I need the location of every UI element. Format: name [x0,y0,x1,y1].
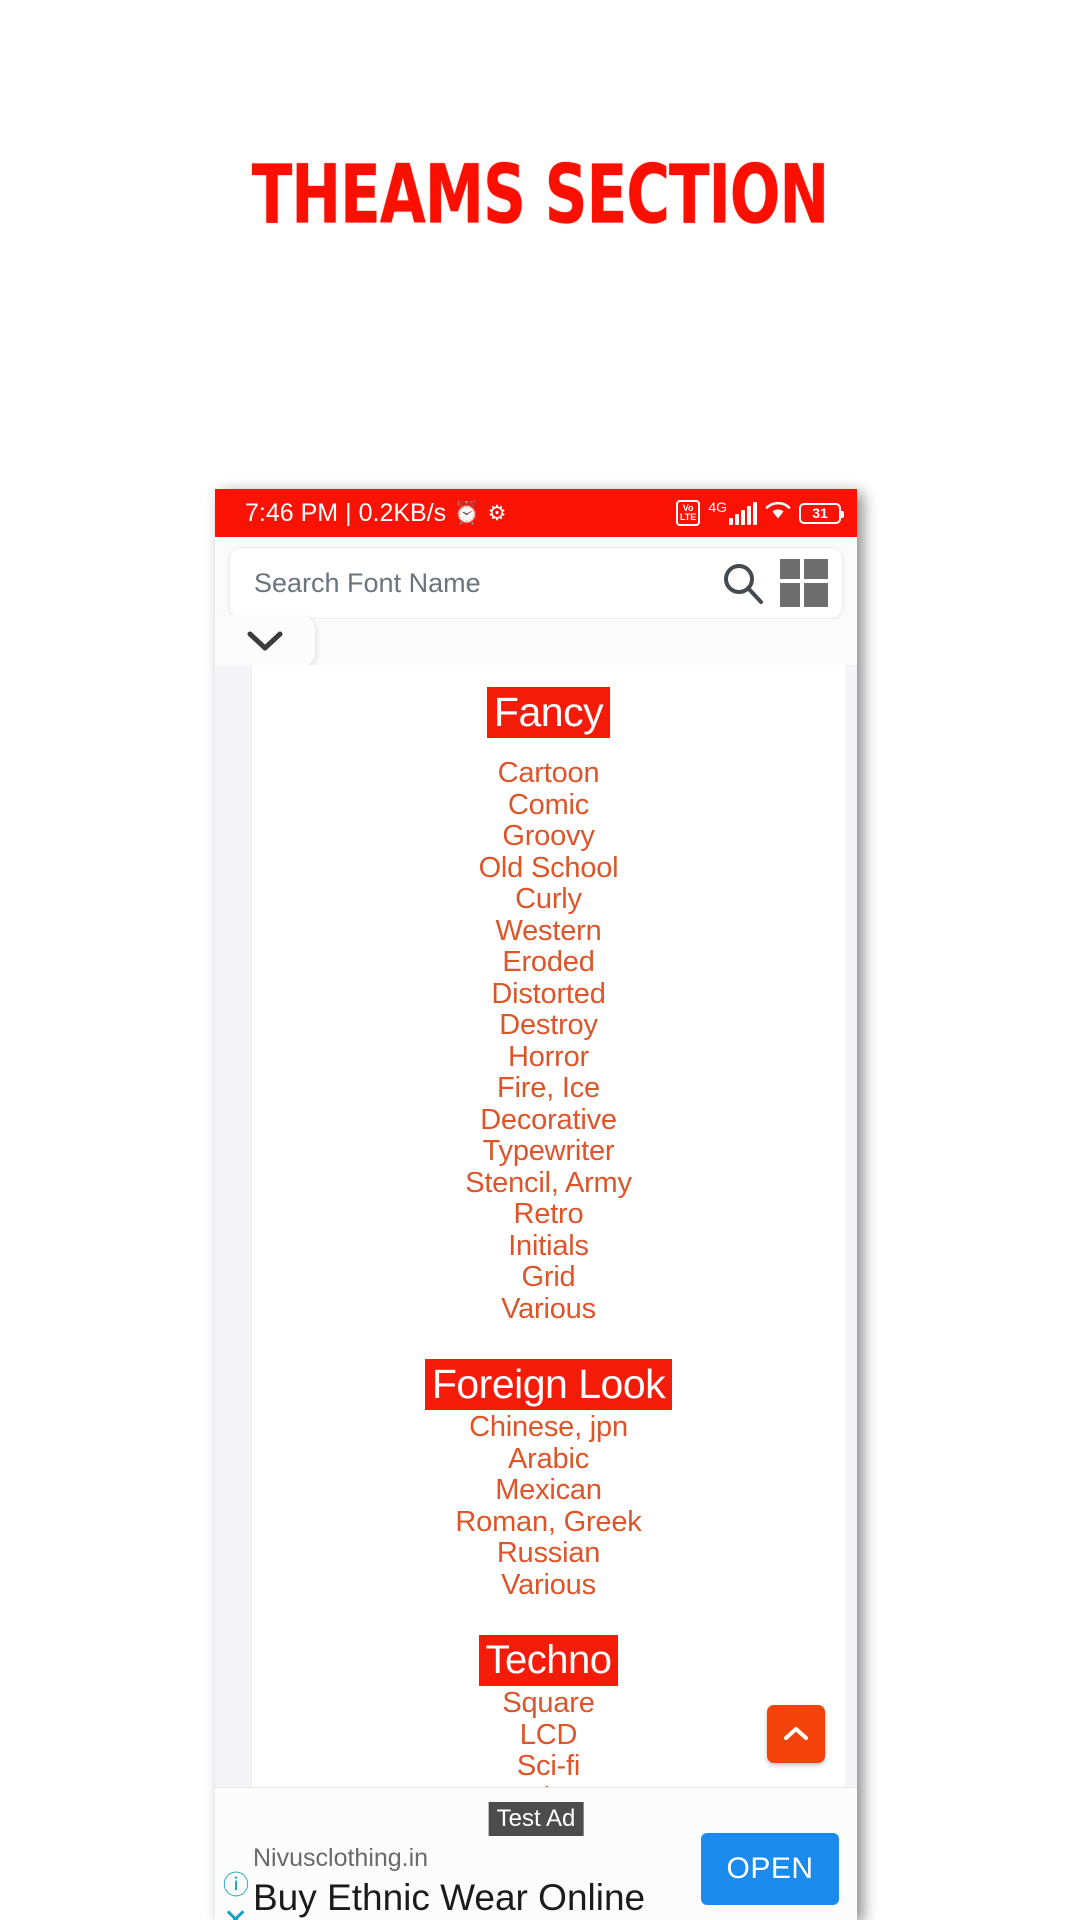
list-item[interactable]: Retro [252,1198,845,1231]
list-item[interactable]: Russian [252,1537,845,1570]
ad-text-block: Nivusclothing.in Buy Ethnic Wear Online [253,1817,701,1920]
scroll-to-top-button[interactable] [767,1705,825,1763]
section-header: Techno [478,1635,619,1686]
search-bar[interactable] [229,547,843,619]
status-data-rate: 0.2KB/s [358,498,447,527]
list-item[interactable]: Fire, Ice [252,1072,845,1105]
list-item[interactable]: Groovy [252,820,845,853]
section-fancy: Fancy Cartoon Comic Groovy Old School Cu… [252,687,845,1325]
list-item[interactable]: Roman, Greek [252,1506,845,1539]
grid-cell [804,583,828,607]
list-item[interactable]: Horror [252,1041,845,1074]
network-signal-icon: 4G [708,499,757,525]
battery-icon: 31 [799,502,844,524]
category-list[interactable]: Fancy Cartoon Comic Groovy Old School Cu… [252,665,845,1787]
search-zone [215,537,857,619]
status-bar-left: 7:46 PM | 0.2KB/s ⏰ ⚙ [245,499,506,528]
list-item[interactable]: Cartoon [252,757,845,790]
status-time: 7:46 PM [245,498,339,527]
list-item[interactable]: Decorative [252,1104,845,1137]
tab-row [215,615,857,667]
page-title: THEAMS SECTION [251,148,829,243]
content-area: Fancy Cartoon Comic Groovy Old School Cu… [215,665,857,1787]
section-items: Square LCD Sci-fi Various [252,1687,845,1787]
list-item[interactable]: Western [252,915,845,948]
signal-bars-icon [729,502,757,525]
search-input[interactable] [252,566,720,600]
list-item[interactable]: Stencil, Army [252,1167,845,1200]
list-item[interactable]: Grid [252,1261,845,1294]
ad-headline: Buy Ethnic Wear Online [253,1877,646,1918]
alarm-clock-icon: ⏰ [453,500,481,525]
ad-advertiser: Nivusclothing.in [253,1844,429,1872]
test-ad-badge: Test Ad [488,1802,584,1836]
list-item[interactable]: Eroded [252,946,845,979]
phone-screenshot-frame: 7:46 PM | 0.2KB/s ⏰ ⚙ Vo LTE 4G 31 Searc… [215,489,857,1920]
list-item[interactable]: Destroy [252,1009,845,1042]
network-type-label: 4G [708,499,727,515]
wifi-icon [765,500,791,524]
section-items: Cartoon Comic Groovy Old School Curly We… [252,757,845,1326]
section-techno: Techno Square LCD Sci-fi Various [252,1635,845,1787]
collapse-panel-tab[interactable] [215,615,315,667]
list-item[interactable]: Old School [252,852,845,885]
list-item[interactable]: Distorted [252,978,845,1011]
list-item[interactable]: Comic [252,789,845,822]
gear-icon: ⚙ [487,501,507,525]
ad-banner[interactable]: Test Ad Nivusclothing.in Buy Ethnic Wear… [215,1787,857,1920]
grid-cell [780,559,800,579]
list-item[interactable]: Various [252,1569,845,1602]
status-separator: | [345,498,352,527]
left-rail [215,665,252,1787]
chevron-up-icon [784,1727,808,1740]
chevron-down-icon [247,631,283,651]
list-item[interactable]: Initials [252,1230,845,1263]
list-item[interactable]: Sci-fi [252,1750,845,1783]
right-rail [845,665,857,1787]
search-icon[interactable] [720,560,766,606]
list-item[interactable]: Chinese, jpn [252,1411,845,1444]
list-item[interactable]: Arabic [252,1443,845,1476]
section-items: Chinese, jpn Arabic Mexican Roman, Greek… [252,1411,845,1602]
info-icon[interactable]: ⓘ [223,1872,249,1898]
grid-cell [804,559,828,579]
list-item[interactable]: Curly [252,883,845,916]
ad-open-button[interactable]: OPEN [701,1833,839,1905]
volte-icon: Vo LTE [675,500,701,526]
status-bar-right: Vo LTE 4G 31 [675,499,844,527]
list-item[interactable]: Mexican [252,1474,845,1507]
grid-view-icon[interactable] [780,559,828,607]
list-item[interactable]: Various [252,1293,845,1326]
section-header: Fancy [486,687,611,738]
list-item[interactable]: Square [252,1687,845,1720]
grid-cell [780,583,800,607]
close-icon[interactable]: ✕ [223,1906,248,1920]
volte-bottom-label: LTE [679,512,697,522]
battery-level-label: 31 [812,505,828,521]
status-bar: 7:46 PM | 0.2KB/s ⏰ ⚙ Vo LTE 4G 31 [215,489,857,537]
section-foreign-look: Foreign Look Chinese, jpn Arabic Mexican… [252,1359,845,1601]
list-item[interactable]: LCD [252,1719,845,1752]
section-header: Foreign Look [424,1359,673,1410]
list-item[interactable]: Typewriter [252,1135,845,1168]
